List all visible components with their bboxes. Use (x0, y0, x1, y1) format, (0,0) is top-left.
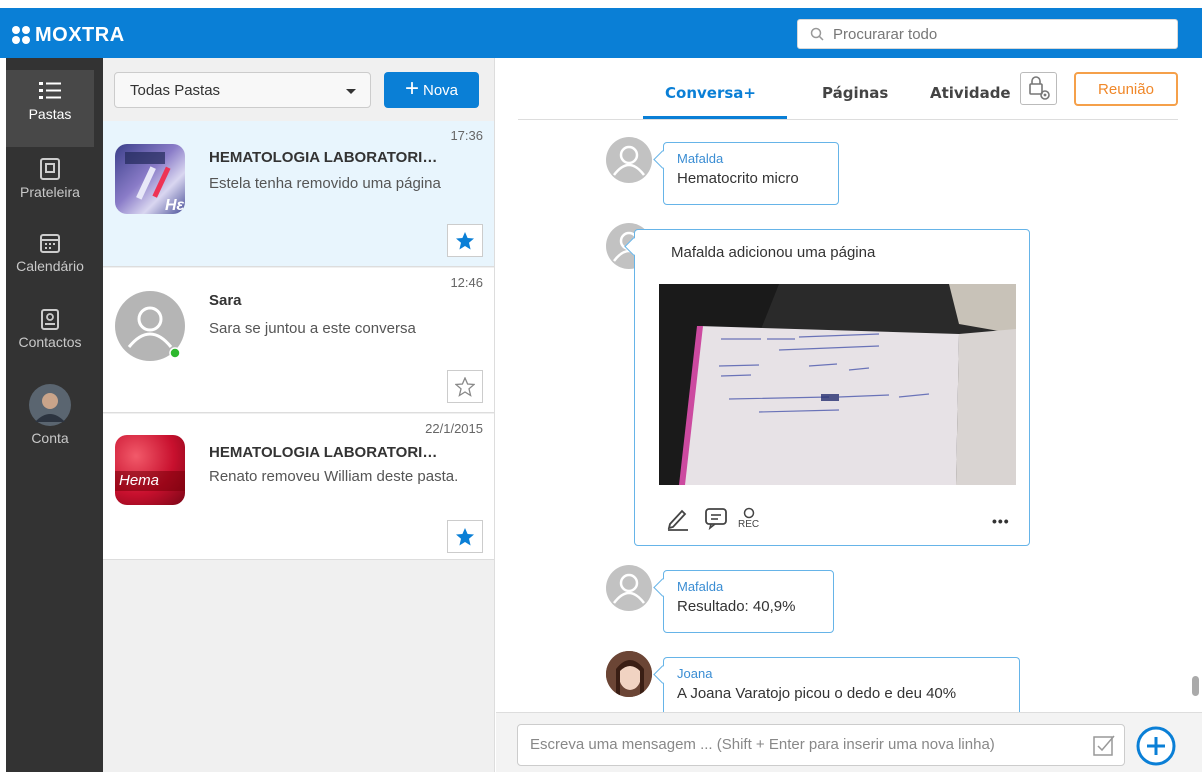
checklist-icon[interactable] (1092, 734, 1116, 758)
search-input[interactable]: Procurarar todo (797, 19, 1178, 49)
search-placeholder: Procurarar todo (833, 25, 938, 43)
star-outline-icon (455, 376, 475, 397)
user-avatar[interactable] (606, 651, 652, 697)
list-icon (39, 82, 61, 99)
conversation-title: HEMATOLOGIA LABORATORI… (209, 149, 438, 166)
notebook-photo (659, 284, 1016, 485)
plus-icon: + (404, 75, 419, 102)
user-avatar[interactable] (606, 565, 652, 611)
conversation-preview: Sara se juntou a este conversa (209, 320, 416, 337)
star-filled-icon (456, 231, 474, 249)
meeting-label: Reunião (1098, 80, 1154, 98)
tab-paginas[interactable]: Páginas (822, 84, 888, 102)
user-avatar[interactable] (606, 137, 652, 183)
message-author: Mafalda (677, 151, 724, 166)
nav-item-prateleira[interactable]: Prateleira (6, 158, 94, 218)
contacts-icon (41, 309, 59, 330)
default-avatar-icon (613, 145, 645, 176)
default-avatar-icon (613, 573, 645, 604)
user-avatar (115, 291, 185, 361)
nav-label: Prateleira (20, 184, 80, 200)
message-text: A Joana Varatojo picou o dedo e deu 40% (677, 685, 957, 702)
lab-image: Hε (125, 152, 185, 214)
more-options-button[interactable]: ••• (992, 513, 1010, 529)
list-item[interactable]: 12:46 Sara Sara se juntou a este convers… (103, 268, 494, 413)
record-icon (743, 507, 754, 518)
message-bubble: Joana A Joana Varatojo picou o dedo e de… (663, 657, 1020, 715)
favorite-button[interactable] (447, 370, 483, 403)
nav-label: Contactos (18, 334, 82, 350)
favorite-button[interactable] (447, 520, 483, 553)
conversation-time: 22/1/2015 (425, 421, 483, 436)
message-author: Joana (677, 666, 713, 681)
brand-name: MOXTRA (35, 23, 125, 46)
caret-down-icon (346, 89, 356, 94)
nav-label: Conta (31, 430, 69, 446)
new-folder-button[interactable]: + Nova (384, 72, 479, 108)
conversation-time: 12:46 (450, 275, 483, 290)
svg-text:Hε: Hε (165, 197, 185, 214)
calendar-icon (40, 234, 60, 253)
folder-filter-value: Todas Pastas (130, 82, 221, 99)
list-item[interactable]: 17:36 Hε HEMATOLOGIA LABORATORI… Estela … (103, 121, 494, 267)
new-folder-label: Nova (422, 81, 459, 99)
folder-filter-dropdown[interactable]: Todas Pastas (114, 72, 371, 108)
nav-item-calendario[interactable]: Calendário (6, 232, 94, 292)
conversation-preview: Estela tenha removido uma página (209, 175, 441, 192)
favorite-button[interactable] (447, 224, 483, 257)
folder-thumbnail: Hε (115, 144, 185, 214)
message-bubble: Mafalda Hematocrito micro (663, 142, 839, 205)
tabs-divider (518, 119, 1178, 120)
add-attachment-button[interactable] (1135, 725, 1177, 767)
conversation-preview: Renato removeu William deste pasta. (209, 468, 459, 485)
message-placeholder: Escreva uma mensagem ... (Shift + Enter … (530, 736, 995, 753)
star-filled-icon (456, 527, 474, 545)
online-status-icon (169, 347, 181, 359)
page-toolbar: REC (666, 505, 759, 531)
record-label: REC (738, 518, 760, 530)
shelf-icon (40, 158, 60, 180)
conversation-time: 17:36 (450, 128, 483, 143)
app-logo[interactable]: MOXTRA (12, 24, 125, 46)
nav-label: Calendário (16, 258, 84, 274)
user-photo (606, 651, 652, 697)
record-button[interactable]: REC (738, 507, 759, 530)
message-input[interactable]: Escreva uma mensagem ... (Shift + Enter … (517, 724, 1125, 766)
comment-icon[interactable] (704, 506, 728, 530)
nav-label: Pastas (28, 106, 72, 122)
message-author: Mafalda (677, 579, 724, 594)
gear-lock-icon (1028, 75, 1050, 100)
nav-item-conta[interactable]: Conta (6, 384, 94, 464)
settings-button[interactable] (1020, 72, 1057, 105)
page-thumbnail[interactable] (659, 284, 1016, 485)
edit-pencil-icon[interactable] (666, 505, 690, 531)
message-text: Hematocrito micro (677, 170, 799, 187)
message-bubble: Mafalda Resultado: 40,9% (663, 570, 834, 633)
conversation-title: HEMATOLOGIA LABORATORI… (209, 444, 438, 461)
nav-item-pastas[interactable]: Pastas (6, 70, 94, 147)
tab-conversa[interactable]: Conversa+ (665, 84, 756, 102)
meeting-button[interactable]: Reunião (1074, 72, 1178, 106)
scrollbar[interactable] (1192, 676, 1199, 696)
logo-icon (12, 26, 30, 44)
nav-item-contactos[interactable]: Contactos (6, 308, 94, 368)
folder-thumbnail: Hema (115, 435, 185, 505)
search-icon (810, 27, 824, 41)
message-text: Mafalda adicionou uma página (671, 244, 876, 261)
conversation-title: Sara (209, 292, 242, 309)
message-text: Resultado: 40,9% (677, 598, 796, 615)
list-item[interactable]: 22/1/2015 Hema HEMATOLOGIA LABORATORI… R… (103, 414, 494, 560)
account-avatar (29, 384, 71, 426)
tab-atividade[interactable]: Atividade (930, 84, 1011, 102)
thumbnail-label: Hema (119, 472, 160, 489)
